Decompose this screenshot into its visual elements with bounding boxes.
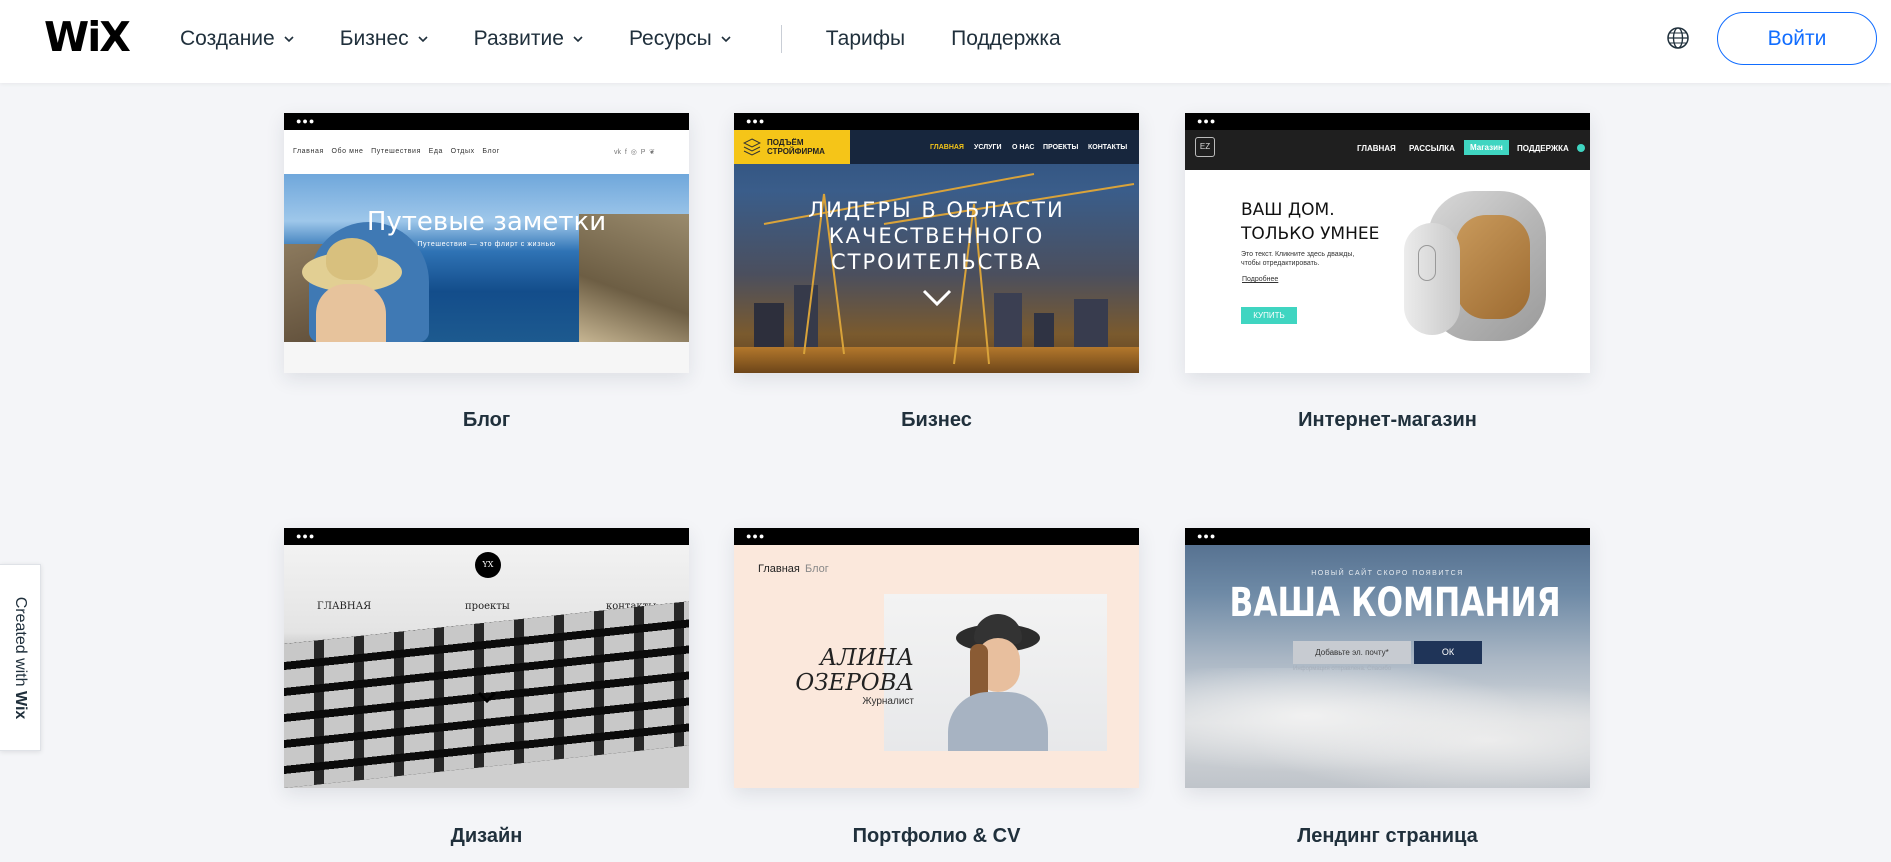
- template-preview-landing[interactable]: ●●● НОВЫЙ САЙТ СКОРО ПОЯВИТСЯ ВАША КОМПА…: [1185, 528, 1590, 788]
- brand-badge: EZ: [1195, 137, 1215, 157]
- nav-item-create[interactable]: Создание: [180, 27, 294, 51]
- main-nav: Создание Бизнес Развитие Ресурсы Тарифы …: [180, 0, 1107, 78]
- browser-bar: ●●●: [1185, 113, 1590, 130]
- browser-bar: ●●●: [734, 528, 1139, 545]
- created-with-wix-label: Created with Wix: [11, 597, 29, 720]
- nav-blog: Блог: [805, 563, 829, 575]
- dots-icon: ●●●: [296, 531, 316, 541]
- dots-icon: ●●●: [1197, 531, 1217, 541]
- hero-title: Путевые заметки: [366, 207, 607, 237]
- brand-badge: YX: [475, 552, 501, 578]
- badge-brand: Wix: [12, 690, 29, 720]
- social-icons: vk f ◎ P ❦: [614, 149, 656, 156]
- hero-subtitle: Путешествия — это флирт с жизнью: [417, 241, 556, 248]
- wix-logo[interactable]: WiX: [44, 17, 131, 58]
- landing-note: Информация отправлена. Спасибо: [1293, 666, 1392, 672]
- name-line2: ОЗЕРОВА: [795, 670, 914, 696]
- name-line1: АЛИНА: [819, 645, 914, 671]
- dots-icon: ●●●: [296, 116, 316, 126]
- hero-line1: ЛИДЕРЫ В ОБЛАСТИ: [808, 198, 1065, 222]
- template-caption[interactable]: Блог: [284, 409, 689, 432]
- login-button[interactable]: Войти: [1717, 12, 1877, 65]
- store-more-link: Подробнее: [1242, 276, 1279, 283]
- nav-item-label: Ресурсы: [628, 27, 712, 50]
- dots-icon: ●●●: [746, 531, 766, 541]
- store-buy-button: КУПИТЬ: [1241, 307, 1297, 324]
- nav-shop: Магазин: [1464, 140, 1509, 155]
- chevron-down-icon: [477, 691, 497, 703]
- store-title-line1: ВАШ ДОМ.: [1241, 200, 1335, 220]
- nav-item-business[interactable]: Бизнес: [340, 27, 428, 51]
- nav-projects: ПРОЕКТЫ: [1043, 144, 1079, 151]
- chevron-down-icon: [721, 36, 731, 43]
- template-preview-portfolio[interactable]: ●●● Главная Блог АЛИНА ОЗЕРОВА Журналист: [734, 528, 1139, 788]
- status-dot: [1577, 144, 1585, 152]
- nav-item-grow[interactable]: Развитие: [474, 27, 583, 51]
- template-preview-store[interactable]: ●●● EZ ГЛАВНАЯ РАССЫЛКА Магазин ПОДДЕРЖК…: [1185, 113, 1590, 373]
- clouds-image: [1185, 668, 1590, 788]
- nav-projects: проекты: [465, 601, 510, 612]
- template-caption[interactable]: Портфолио & CV: [734, 825, 1139, 848]
- nav-home: ГЛАВНАЯ: [317, 601, 372, 612]
- store-title-line2: ТОЛЬКО УМНЕЕ: [1241, 224, 1380, 244]
- ok-button: ОК: [1414, 641, 1482, 664]
- nav-link-pricing[interactable]: Тарифы: [826, 27, 905, 51]
- created-with-wix-badge[interactable]: Created with Wix: [0, 564, 41, 751]
- preview-footer: [284, 342, 689, 373]
- chevron-down-icon: [573, 36, 583, 43]
- browser-bar: ●●●: [284, 113, 689, 130]
- landing-title: ВАША КОМПАНИЯ: [1229, 580, 1561, 626]
- chevron-down-icon: [284, 36, 294, 43]
- browser-bar: ●●●: [284, 528, 689, 545]
- nav-divider: [780, 25, 782, 53]
- top-header: WiX Создание Бизнес Развитие Ресурсы Тар…: [0, 0, 1891, 83]
- speaker-product-image: [1398, 181, 1548, 353]
- nav-home: Главная: [758, 563, 800, 575]
- landing-kicker: НОВЫЙ САЙТ СКОРО ПОЯВИТСЯ: [1311, 570, 1464, 577]
- store-body-line1: Это текст. Кликните здесь дважды,: [1241, 251, 1355, 258]
- chevron-down-icon: [418, 36, 428, 43]
- browser-bar: ●●●: [734, 113, 1139, 130]
- nav-support: ПОДДЕРЖКА: [1517, 144, 1569, 153]
- browser-bar: ●●●: [1185, 528, 1590, 545]
- badge-prefix: Created with: [12, 596, 29, 687]
- nav-newsletter: РАССЫЛКА: [1409, 144, 1455, 153]
- template-caption[interactable]: Бизнес: [734, 409, 1139, 432]
- nav-services: УСЛУГИ: [974, 144, 1002, 151]
- nav-link-support[interactable]: Поддержка: [951, 27, 1061, 51]
- globe-icon[interactable]: [1666, 26, 1690, 50]
- nav-about: О НАС: [1012, 144, 1035, 151]
- hero-line3: СТРОИТЕЛЬСТВА: [831, 250, 1042, 274]
- preview-menu: Главная Обо мне Путешествия Еда Отдых Бл…: [293, 148, 500, 155]
- portrait-image: [884, 594, 1107, 751]
- email-input: Добавьте эл. почту*: [1293, 641, 1411, 664]
- logo-icon: [743, 138, 761, 156]
- template-caption[interactable]: Дизайн: [284, 825, 689, 848]
- template-preview-design[interactable]: ●●● YX ГЛАВНАЯ проекты контакты: [284, 528, 689, 788]
- nav-item-label: Развитие: [473, 27, 564, 50]
- template-caption[interactable]: Лендинг страница: [1185, 825, 1590, 848]
- brand-block: ПОДЪЁМ СТРОЙФИРМА: [734, 130, 850, 164]
- dots-icon: ●●●: [746, 116, 766, 126]
- dots-icon: ●●●: [1197, 116, 1217, 126]
- nav-item-label: Создание: [180, 27, 275, 50]
- nav-contacts: КОНТАКТЫ: [1088, 144, 1128, 151]
- nav-home: ГЛАВНАЯ: [1357, 144, 1396, 153]
- nav-item-resources[interactable]: Ресурсы: [629, 27, 731, 51]
- template-preview-business[interactable]: ●●● ПОДЪЁМ СТРОЙФИРМА ГЛАВНАЯ УСЛУГИ О Н…: [734, 113, 1139, 373]
- nav-item-label: Бизнес: [339, 27, 409, 50]
- role-label: Журналист: [862, 696, 914, 707]
- nav-main: ГЛАВНАЯ: [930, 144, 964, 151]
- brand-line2: СТРОЙФИРМА: [767, 147, 825, 156]
- brand-line1: ПОДЪЁМ: [767, 138, 804, 147]
- store-body-line2: чтобы отредактировать.: [1241, 260, 1320, 267]
- template-preview-blog[interactable]: ●●● Главная Обо мне Путешествия Еда Отды…: [284, 113, 689, 373]
- chevron-down-icon: [922, 289, 952, 307]
- template-caption[interactable]: Интернет-магазин: [1185, 409, 1590, 432]
- hero-image-sea: [284, 174, 689, 342]
- hero-line2: КАЧЕСТВЕННОГО: [828, 224, 1045, 248]
